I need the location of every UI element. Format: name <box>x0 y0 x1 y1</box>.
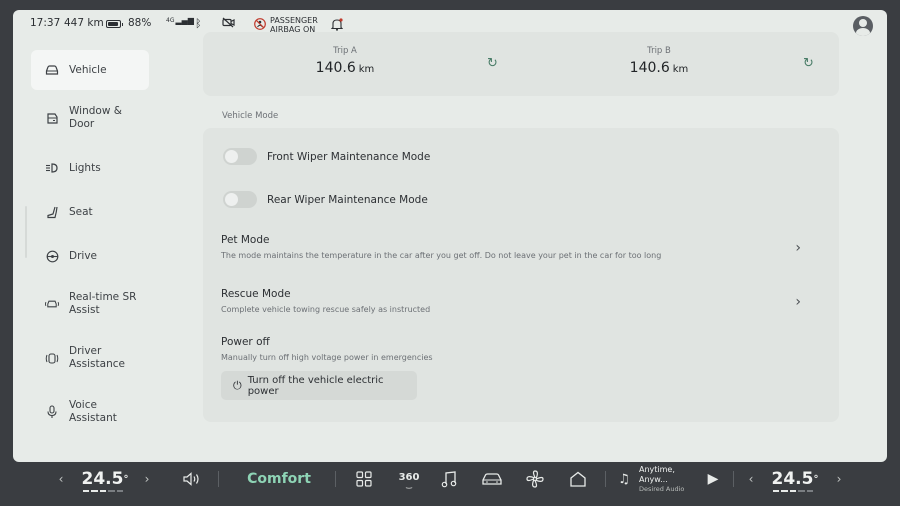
sidebar-item-seat[interactable]: Seat <box>31 192 149 232</box>
lights-icon <box>45 161 59 175</box>
sidebar-item-sr-assist[interactable]: Real-time SR Assist <box>31 284 149 324</box>
camera-off-icon <box>222 17 235 28</box>
sidebar-item-label: Lights <box>69 161 101 174</box>
trip-b-unit: km <box>672 64 689 75</box>
pet-mode-desc: The mode maintains the temperature in th… <box>221 251 662 260</box>
dock-divider <box>335 471 336 487</box>
sidebar-item-label: Voice Assistant <box>69 399 117 424</box>
sidebar-scrollbar[interactable] <box>25 206 27 258</box>
dock-divider <box>218 471 219 487</box>
sidebar-item-vehicle[interactable]: Vehicle <box>31 50 149 90</box>
volume-icon[interactable] <box>181 462 203 496</box>
trip-a: Trip A 140.6 km <box>275 46 415 76</box>
airbag-icon <box>254 18 266 30</box>
power-off-button[interactable]: ⏻ Turn off the vehicle electric power <box>221 371 417 400</box>
trip-a-label: Trip A <box>333 46 357 56</box>
apps-grid-icon[interactable] <box>353 462 375 496</box>
chevron-right-icon: › <box>795 240 801 256</box>
trip-a-unit: km <box>358 64 375 75</box>
drive-mode-button[interactable]: Comfort <box>239 462 319 496</box>
right-temp-down-button[interactable]: ‹ <box>743 462 759 496</box>
left-temp-down-button[interactable]: ‹ <box>53 462 69 496</box>
steering-wheel-icon <box>45 249 59 263</box>
sidebar-item-lights[interactable]: Lights <box>31 148 149 188</box>
bottom-dock: ‹ 24.5 ° › Comfort 360 ‿ ♫ Anytime, Anyw..… <box>13 462 887 496</box>
pet-mode-item[interactable]: Pet Mode The mode maintains the temperat… <box>221 234 811 260</box>
track-source: Desired Audio <box>639 484 685 493</box>
right-temp-level <box>773 490 814 492</box>
vehicle-mode-card: Front Wiper Maintenance Mode Rear Wiper … <box>203 128 839 422</box>
now-playing[interactable]: Anytime, Anyw... Desired Audio <box>639 462 701 496</box>
reset-trip-b-icon[interactable]: ↻ <box>803 56 814 71</box>
trip-b-value: 140.6 <box>629 60 670 76</box>
screen: 17:37 447 km 88% 4G ▂▄▆ ᛒ PASSENGER AIRBAG… <box>13 10 887 462</box>
pet-mode-title: Pet Mode <box>221 234 270 246</box>
home-icon[interactable] <box>567 462 589 496</box>
battery-percent: 88% <box>128 17 152 29</box>
car-icon <box>45 63 59 77</box>
reset-trip-a-icon[interactable]: ↻ <box>487 56 498 71</box>
right-temperature[interactable]: 24.5 ° <box>771 462 819 496</box>
trip-b: Trip B 140.6 km <box>589 46 729 76</box>
sidebar-item-label: Driver Assistance <box>69 345 125 370</box>
bluetooth-icon: ᛒ <box>195 17 202 30</box>
power-off-desc: Manually turn off high voltage power in … <box>221 353 433 362</box>
music-source-icon: ♫ <box>618 471 630 487</box>
trip-a-value: 140.6 <box>315 60 356 76</box>
sidebar-item-voice-assistant[interactable]: Voice Assistant <box>31 392 149 432</box>
sidebar-item-label: Vehicle <box>69 63 107 76</box>
power-off-item: Power off Manually turn off high voltage… <box>221 336 811 362</box>
play-icon[interactable]: ▶ <box>703 462 723 496</box>
driver-assist-icon <box>45 351 59 365</box>
microphone-icon <box>45 405 59 419</box>
rescue-mode-desc: Complete vehicle towing rescue safely as… <box>221 305 431 314</box>
chevron-right-icon: › <box>795 294 801 310</box>
track-title: Anytime, Anyw... <box>639 464 675 484</box>
dock-divider <box>733 471 734 487</box>
vehicle-control-icon[interactable] <box>479 462 505 496</box>
rear-wiper-label: Rear Wiper Maintenance Mode <box>267 193 428 206</box>
music-note-icon[interactable] <box>438 462 460 496</box>
power-icon: ⏻ <box>233 378 242 392</box>
seat-icon <box>45 205 59 219</box>
rear-wiper-row: Rear Wiper Maintenance Mode <box>223 191 428 208</box>
signal-icon: 4G ▂▄▆ <box>166 16 194 25</box>
right-temp-up-button[interactable]: › <box>831 462 847 496</box>
left-temp-level <box>83 490 124 492</box>
power-off-button-label: Turn off the vehicle electric power <box>247 374 384 397</box>
rescue-mode-item[interactable]: Rescue Mode Complete vehicle towing resc… <box>221 288 811 314</box>
front-wiper-row: Front Wiper Maintenance Mode <box>223 148 430 165</box>
front-wiper-toggle[interactable] <box>223 148 257 165</box>
sidebar-item-label: Drive <box>69 249 97 262</box>
rescue-mode-title: Rescue Mode <box>221 288 291 300</box>
sidebar-item-driver-assistance[interactable]: Driver Assistance <box>31 338 149 378</box>
section-title: Vehicle Mode <box>222 111 279 121</box>
dock-divider <box>605 471 606 487</box>
sr-assist-icon <box>45 297 59 311</box>
door-icon <box>45 111 59 125</box>
left-temp-up-button[interactable]: › <box>139 462 155 496</box>
user-avatar[interactable] <box>853 16 873 36</box>
power-off-title: Power off <box>221 336 270 348</box>
fan-icon[interactable] <box>524 462 546 496</box>
range: 447 km <box>64 17 104 29</box>
sidebar-item-label: Window & Door <box>69 105 122 130</box>
camera-360-icon[interactable]: 360 ‿ <box>393 462 425 496</box>
notification-bell-icon[interactable] <box>331 18 343 31</box>
sidebar-item-label: Real-time SR Assist <box>69 291 137 316</box>
sidebar-item-label: Seat <box>69 205 93 218</box>
sidebar-item-window-door[interactable]: Window & Door <box>31 98 149 138</box>
trip-card: Trip A 140.6 km ↻ Trip B 140.6 km ↻ <box>203 32 839 96</box>
battery-icon <box>106 20 123 28</box>
rear-wiper-toggle[interactable] <box>223 191 257 208</box>
front-wiper-label: Front Wiper Maintenance Mode <box>267 150 431 163</box>
trip-b-label: Trip B <box>647 46 671 56</box>
clock: 17:37 <box>30 17 61 29</box>
sidebar-item-drive[interactable]: Drive <box>31 236 149 276</box>
left-temperature[interactable]: 24.5 ° <box>81 462 129 496</box>
